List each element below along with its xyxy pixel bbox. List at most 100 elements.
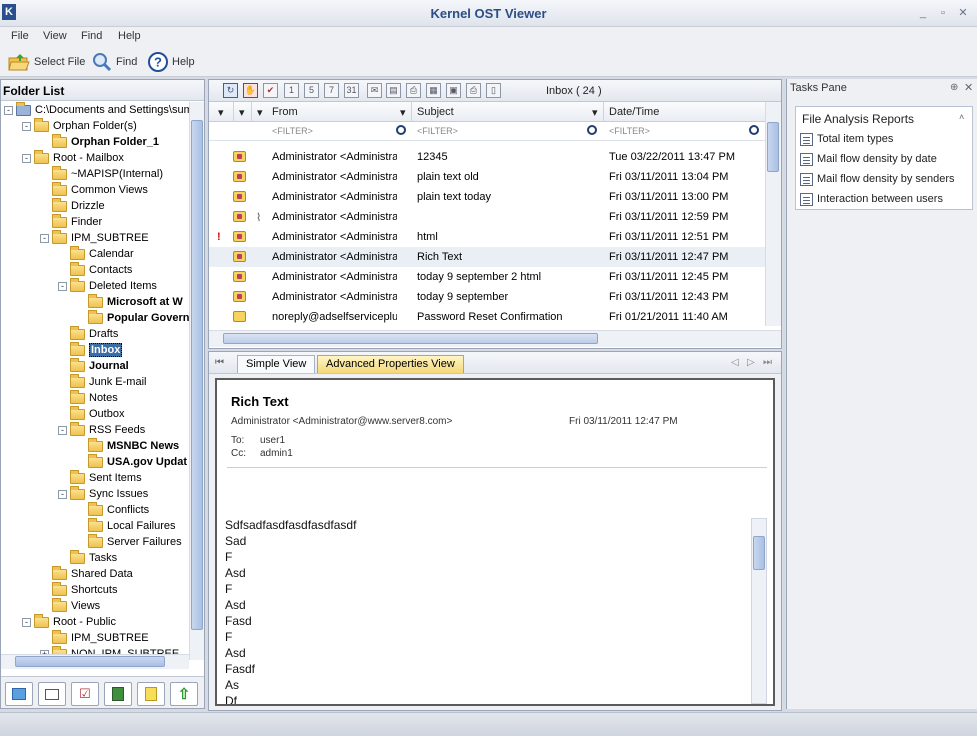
- folder-tree-item[interactable]: Drafts: [70, 325, 118, 342]
- folder-tree-item[interactable]: Microsoft at W: [88, 293, 183, 310]
- message-row[interactable]: noreply@adselfserviceplus.... Password Re…: [209, 307, 765, 327]
- collapse-icon[interactable]: -: [58, 425, 67, 435]
- collapse-icon[interactable]: -: [4, 105, 13, 115]
- folder-tree-item[interactable]: Views: [52, 597, 100, 614]
- folder-tree-item[interactable]: Local Failures: [88, 517, 175, 534]
- folder-tree-item[interactable]: Sent Items: [70, 469, 142, 486]
- folder-tree-item[interactable]: - Root - Public: [22, 613, 116, 630]
- message-list-hscroll-thumb[interactable]: [223, 333, 598, 344]
- folder-tree-hscroll-thumb[interactable]: [15, 656, 165, 667]
- close-button[interactable]: ✕: [956, 7, 970, 19]
- from-column-dropdown[interactable]: ▾: [400, 106, 406, 119]
- menu-file[interactable]: File: [11, 30, 29, 42]
- tab-simple-view[interactable]: Simple View: [237, 355, 316, 373]
- folder-tree-item[interactable]: Calendar: [70, 245, 134, 262]
- next-tab-icon[interactable]: ▷: [747, 357, 755, 368]
- day-view-icon[interactable]: 1: [284, 83, 299, 98]
- message-row[interactable]: Administrator <Administrator... today 9 s…: [209, 287, 765, 307]
- help-button[interactable]: ? Help: [148, 51, 195, 73]
- subject-filter-search-icon[interactable]: [587, 125, 597, 135]
- export-icon[interactable]: ▦: [426, 83, 441, 98]
- menu-find[interactable]: Find: [81, 30, 102, 42]
- message-list-scroll-thumb[interactable]: [767, 122, 779, 172]
- date-filter-search-icon[interactable]: [749, 125, 759, 135]
- folder-tree-item[interactable]: - C:\Documents and Settings\sumar: [4, 102, 189, 118]
- folder-tree-item[interactable]: - Deleted Items: [58, 277, 157, 294]
- folder-tree-item[interactable]: Shared Data: [52, 565, 133, 582]
- preview-scroll-thumb[interactable]: [753, 536, 765, 570]
- prev-tab-icon[interactable]: ◁: [731, 357, 739, 368]
- collapse-icon[interactable]: -: [58, 489, 67, 499]
- select-file-button[interactable]: Select File: [8, 51, 85, 73]
- folder-tree-item[interactable]: Outbox: [70, 405, 124, 422]
- workweek-view-icon[interactable]: 5: [304, 83, 319, 98]
- task-report-link[interactable]: Total item types: [800, 130, 893, 148]
- maximize-button[interactable]: ▫: [936, 7, 950, 19]
- collapse-group-icon[interactable]: ˄: [959, 112, 964, 122]
- folder-tree-item[interactable]: Junk E-mail: [70, 373, 146, 390]
- journal-view-button[interactable]: [104, 682, 132, 706]
- subject-column-header[interactable]: Subject: [417, 106, 454, 118]
- collapse-icon[interactable]: -: [22, 153, 31, 163]
- icon-column-dropdown[interactable]: ▾: [239, 106, 245, 119]
- printer-icon[interactable]: ⎙: [466, 83, 481, 98]
- date-filter[interactable]: <FILTER>: [609, 126, 650, 136]
- menu-help[interactable]: Help: [118, 30, 141, 42]
- folder-tree-item[interactable]: Common Views: [52, 181, 148, 198]
- tasks-view-button[interactable]: ☑: [71, 682, 99, 706]
- stop-icon[interactable]: ✋: [243, 83, 258, 98]
- message-row[interactable]: Administrator <Administrator... today 9 s…: [209, 267, 765, 287]
- close-pane-icon[interactable]: ✕: [964, 81, 973, 94]
- mail-icon[interactable]: ✉: [367, 83, 382, 98]
- collapse-icon[interactable]: -: [58, 281, 67, 291]
- subject-filter[interactable]: <FILTER>: [417, 126, 458, 136]
- task-report-link[interactable]: Mail flow density by date: [800, 150, 937, 168]
- message-row[interactable]: Administrator <Administrator... 12345 Tue …: [209, 147, 765, 167]
- last-tab-icon[interactable]: ⏭: [763, 357, 772, 368]
- from-filter[interactable]: <FILTER>: [272, 126, 313, 136]
- print-icon[interactable]: ⎙: [406, 83, 421, 98]
- folder-tree-scroll-thumb[interactable]: [191, 120, 203, 630]
- up-button[interactable]: ⇧: [170, 682, 198, 706]
- collapse-icon[interactable]: -: [22, 617, 31, 627]
- message-row[interactable]: ! Administrator <Administrator... html Fri …: [209, 227, 765, 247]
- from-column-header[interactable]: From: [272, 106, 298, 118]
- first-tab-icon[interactable]: ⏮: [215, 357, 224, 368]
- folder-tree-item[interactable]: Notes: [70, 389, 118, 406]
- folder-tree-item[interactable]: IPM_SUBTREE: [52, 629, 149, 646]
- folder-tree-item[interactable]: - Sync Issues: [58, 485, 148, 502]
- pin-icon[interactable]: ⊕: [950, 82, 958, 93]
- document-icon[interactable]: ▯: [486, 83, 501, 98]
- contacts-view-button[interactable]: [38, 682, 66, 706]
- folder-tree-item[interactable]: ~MAPISP(Internal): [52, 165, 163, 182]
- folder-tree-item[interactable]: USA.gov Updat: [88, 453, 187, 470]
- collapse-icon[interactable]: -: [22, 121, 31, 131]
- check-icon[interactable]: ✔: [263, 83, 278, 98]
- notes-view-button[interactable]: [137, 682, 165, 706]
- folder-tree-item[interactable]: Contacts: [70, 261, 132, 278]
- folder-tree-item[interactable]: Server Failures: [88, 533, 182, 550]
- folder-tree-item[interactable]: Conflicts: [88, 501, 149, 518]
- folder-tree-item[interactable]: Shortcuts: [52, 581, 117, 598]
- subject-column-dropdown[interactable]: ▾: [592, 106, 598, 119]
- folder-tree-item[interactable]: Finder: [52, 213, 102, 230]
- message-row[interactable]: ⌇ Administrator <Administrator... Fri 03/1…: [209, 207, 765, 227]
- save-icon[interactable]: ▤: [386, 83, 401, 98]
- collapse-icon[interactable]: -: [40, 233, 49, 243]
- month-view-icon[interactable]: 31: [344, 83, 359, 98]
- menu-view[interactable]: View: [43, 30, 67, 42]
- folder-tree-item[interactable]: - RSS Feeds: [58, 421, 145, 438]
- find-button[interactable]: Find: [92, 51, 137, 73]
- folder-tree-item[interactable]: MSNBC News: [88, 437, 179, 454]
- folder-tree-item[interactable]: - Root - Mailbox: [22, 149, 124, 166]
- task-report-link[interactable]: Mail flow density by senders: [800, 170, 955, 188]
- folder-tree-item[interactable]: - IPM_SUBTREE: [40, 229, 149, 246]
- task-report-link[interactable]: Interaction between users: [800, 190, 943, 208]
- message-row[interactable]: Administrator <Administrator... plain tex…: [209, 167, 765, 187]
- folder-tree-item[interactable]: Orphan Folder_1: [52, 133, 159, 150]
- week-view-icon[interactable]: 7: [324, 83, 339, 98]
- folder-tree-item[interactable]: Journal: [70, 357, 129, 374]
- date-column-header[interactable]: Date/Time: [609, 106, 659, 118]
- calendar-view-button[interactable]: [5, 682, 33, 706]
- importance-column-dropdown[interactable]: ▾: [218, 106, 224, 119]
